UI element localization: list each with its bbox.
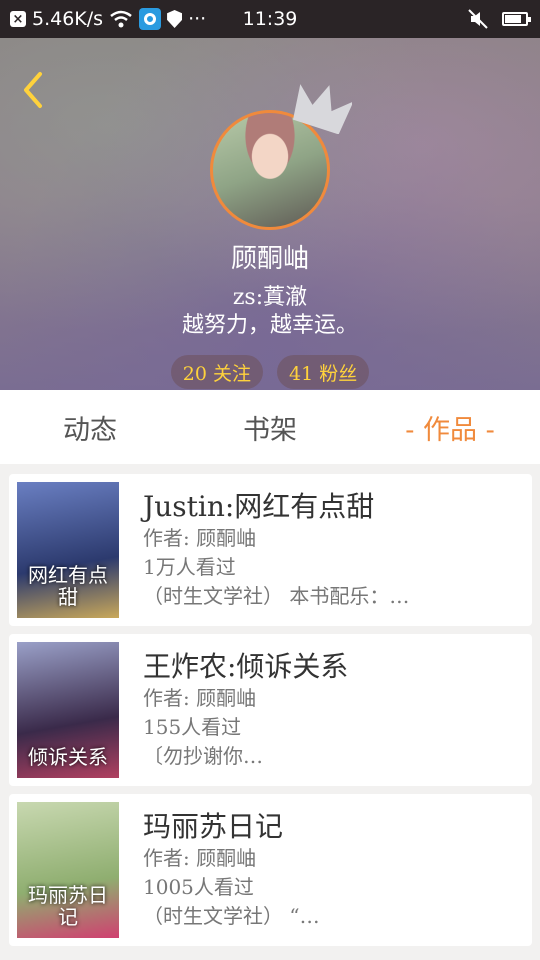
book-author: 作者: 顾酮岫 — [143, 846, 257, 870]
book-title[interactable]: 王炸农:倾诉关系 — [143, 650, 348, 684]
crown-icon — [292, 84, 352, 134]
bio-line: zs:蒖澈 — [232, 285, 308, 310]
book-views: 1万人看过 — [143, 555, 236, 579]
network-speed: 5.46K/s — [32, 8, 104, 30]
book-description: 〔勿抄谢你… — [143, 744, 263, 768]
bio: zs:蒖澈 越努力，越幸运。 — [0, 284, 540, 340]
book-author: 作者: 顾酮岫 — [143, 526, 257, 550]
book-title[interactable]: Justin:网红有点甜 — [143, 490, 409, 524]
list-item[interactable]: 网红有点甜 Justin:网红有点甜 作者: 顾酮岫 1万人看过 （时生文学社）… — [9, 474, 532, 626]
tab-works[interactable]: - 作品 - — [360, 408, 540, 447]
following-button[interactable]: 20 关注 — [170, 355, 263, 389]
tab-activity[interactable]: 动态 — [0, 408, 180, 447]
cover-title: 倾诉关系 — [28, 745, 108, 769]
list-item[interactable]: 玛丽苏日记 玛丽苏日记 作者: 顾酮岫 1005人看过 （时生文学社） “… — [9, 794, 532, 946]
cover-title: 网红有点甜 — [28, 563, 108, 609]
close-box-icon: × — [10, 11, 26, 27]
book-cover[interactable]: 玛丽苏日记 — [17, 802, 119, 938]
book-title[interactable]: 玛丽苏日记 — [143, 810, 320, 844]
book-author: 作者: 顾酮岫 — [143, 686, 257, 710]
tab-bookshelf[interactable]: 书架 — [180, 408, 360, 447]
tab-bar: 动态 书架 - 作品 - — [0, 390, 540, 464]
wifi-icon — [110, 10, 132, 28]
book-views: 155人看过 — [143, 715, 242, 739]
book-description: （时生文学社） “… — [143, 904, 320, 928]
username: 顾酮岫 — [230, 244, 309, 274]
works-list: 网红有点甜 Justin:网红有点甜 作者: 顾酮岫 1万人看过 （时生文学社）… — [9, 474, 532, 954]
profile-header: 顾酮岫 zs:蒖澈 越努力，越幸运。 20 关注 41 粉丝 — [0, 38, 540, 390]
cover-title: 玛丽苏日记 — [28, 883, 108, 929]
followers-button[interactable]: 41 粉丝 — [277, 355, 370, 389]
shield-icon — [167, 10, 183, 28]
bio-line: 越努力，越幸运。 — [181, 313, 358, 338]
more-dots-icon: ··· — [188, 8, 207, 30]
book-cover[interactable]: 倾诉关系 — [17, 642, 119, 778]
book-cover[interactable]: 网红有点甜 — [17, 482, 119, 618]
chevron-left-icon — [24, 72, 42, 108]
book-description: （时生文学社） 本书配乐：… — [143, 584, 410, 608]
mute-icon — [468, 9, 488, 29]
battery-icon — [502, 12, 531, 26]
back-button[interactable] — [12, 68, 52, 112]
book-views: 1005人看过 — [143, 875, 254, 899]
status-bar: × 5.46K/s ··· 11:39 — [0, 0, 540, 38]
list-item[interactable]: 倾诉关系 王炸农:倾诉关系 作者: 顾酮岫 155人看过 〔勿抄谢你… — [9, 634, 532, 786]
app-icon — [139, 8, 162, 30]
